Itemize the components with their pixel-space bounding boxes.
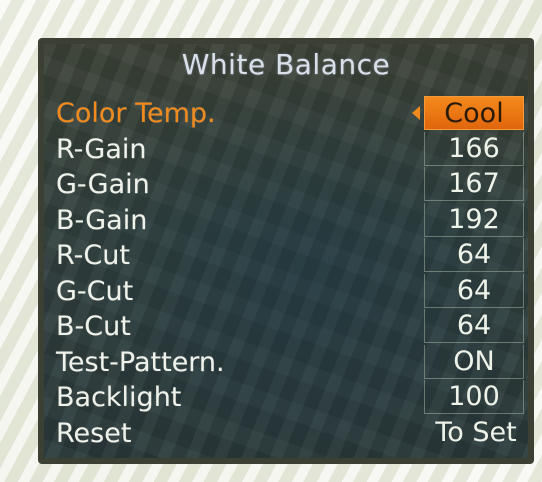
g-gain-label: G-Gain bbox=[56, 169, 150, 200]
g-cut-label: G-Cut bbox=[56, 275, 134, 307]
menu-item-test-pattern[interactable]: Test-Pattern. ON bbox=[56, 344, 526, 381]
r-cut-value[interactable]: 64 bbox=[424, 238, 524, 272]
b-cut-label: B-Cut bbox=[56, 311, 131, 342]
r-gain-label: R-Gain bbox=[56, 133, 147, 165]
backlight-value[interactable]: 100 bbox=[424, 380, 524, 414]
menu-item-g-cut[interactable]: G-Cut 64 bbox=[56, 273, 526, 310]
menu-item-reset[interactable]: Reset To Set bbox=[56, 416, 526, 452]
menu-title: White Balance bbox=[181, 48, 391, 81]
menu-item-g-gain[interactable]: G-Gain 167 bbox=[56, 167, 526, 203]
color-temp-value[interactable]: Cool bbox=[424, 96, 524, 130]
g-gain-value[interactable]: 167 bbox=[424, 167, 524, 201]
color-temp-label: Color Temp. bbox=[56, 98, 216, 129]
menu-item-b-cut[interactable]: B-Cut 64 bbox=[56, 309, 526, 345]
menu-item-b-gain[interactable]: B-Gain 192 bbox=[56, 202, 526, 239]
r-gain-value[interactable]: 166 bbox=[424, 131, 524, 166]
reset-label: Reset bbox=[56, 417, 132, 449]
test-pattern-label: Test-Pattern. bbox=[56, 346, 225, 378]
menu-item-color-temp[interactable]: Color Temp. Cool bbox=[56, 96, 526, 132]
menu-items: Color Temp. Cool R-Gain 166 G-Gain 167 B… bbox=[56, 96, 526, 451]
menu-item-r-gain[interactable]: R-Gain 166 bbox=[56, 131, 526, 168]
menu-item-r-cut[interactable]: R-Cut 64 bbox=[56, 238, 526, 274]
arrow-left-icon[interactable] bbox=[412, 106, 420, 120]
reset-action[interactable]: To Set bbox=[414, 416, 528, 450]
b-gain-value[interactable]: 192 bbox=[424, 202, 524, 237]
r-cut-label: R-Cut bbox=[56, 240, 130, 271]
test-pattern-value[interactable]: ON bbox=[424, 344, 524, 379]
backlight-label: Backlight bbox=[56, 382, 182, 413]
g-cut-value[interactable]: 64 bbox=[424, 273, 524, 308]
white-balance-osd-menu: White Balance Color Temp. Cool R-Gain 16… bbox=[38, 38, 534, 464]
arrow-right-icon[interactable] bbox=[528, 106, 534, 120]
menu-item-backlight[interactable]: Backlight 100 bbox=[56, 380, 526, 416]
b-cut-value[interactable]: 64 bbox=[424, 309, 524, 343]
b-gain-label: B-Gain bbox=[56, 204, 148, 236]
